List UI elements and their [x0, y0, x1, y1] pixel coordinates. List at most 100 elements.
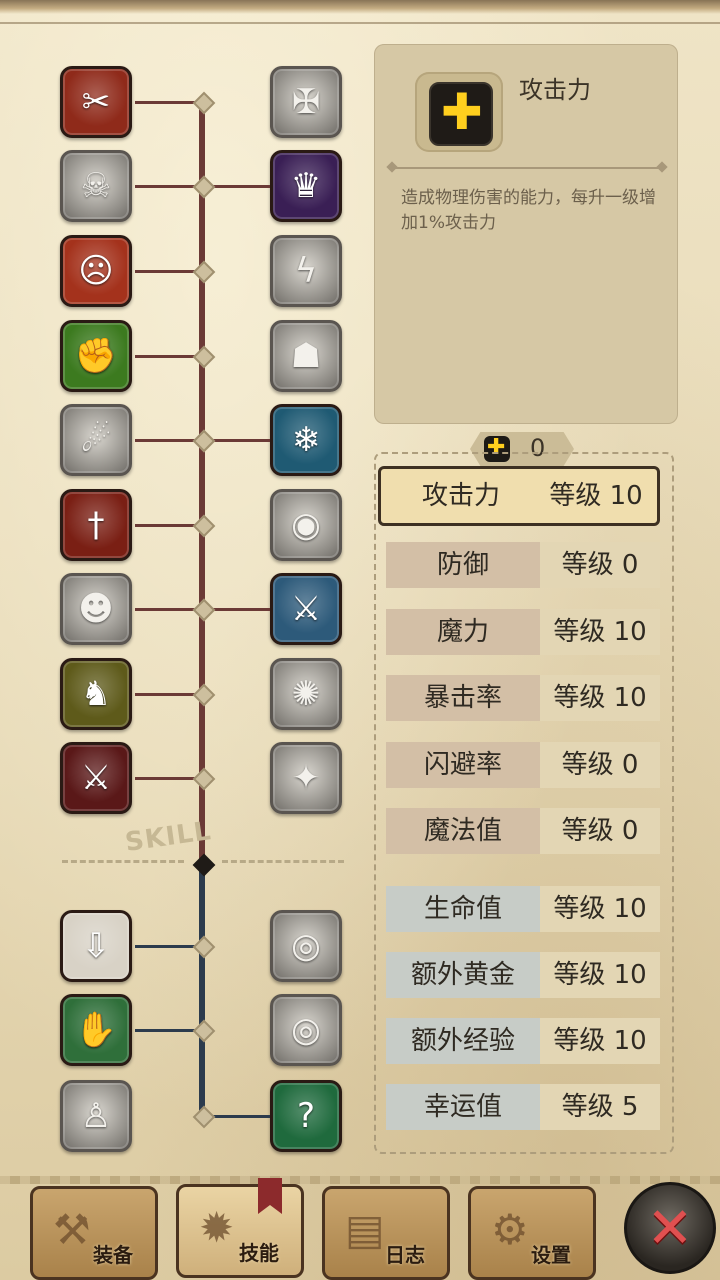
- stat-name: 闪避率: [386, 742, 540, 788]
- dash-figure-icon-glyph: ☻: [78, 589, 114, 629]
- potion-chest-red-icon-glyph: ⇩: [81, 926, 111, 966]
- stat-level: 等级 10: [540, 886, 660, 932]
- stat-name: 魔力: [386, 609, 540, 655]
- stat-row[interactable]: 魔法值 等级 0: [386, 806, 660, 856]
- tab-2[interactable]: ▤ 日志: [322, 1186, 450, 1280]
- stat-level: 等级 10: [540, 609, 660, 655]
- stat-row[interactable]: 闪避率 等级 0: [386, 740, 660, 790]
- skill-description: 造成物理伤害的能力，每升一级增加1%攻击力: [401, 188, 656, 233]
- dagger-icon-glyph: †: [87, 505, 105, 545]
- stat-level: 等级 0: [540, 742, 660, 788]
- stat-row[interactable]: 魔力 等级 10: [386, 607, 660, 657]
- stat-level: 等级 0: [540, 808, 660, 854]
- eye-burst-icon[interactable]: ◉: [270, 489, 342, 561]
- stat-name: 额外黄金: [386, 952, 540, 998]
- tab-label: 设置: [531, 1243, 571, 1267]
- cross-blade-icon-glyph: ⚔: [80, 758, 112, 798]
- sparkle-figure-icon-glyph: ✦: [291, 758, 321, 798]
- mystery-figure-icon-glyph: ?: [296, 1096, 316, 1136]
- eye-chest-icon-glyph: ◎: [291, 926, 321, 966]
- stat-row[interactable]: 幸运值 等级 5: [386, 1082, 660, 1132]
- whirl-slash-icon-glyph: ☄: [80, 420, 112, 460]
- soul-figure-icon[interactable]: ♙: [60, 1080, 132, 1152]
- stat-row[interactable]: 额外黄金 等级 10: [386, 950, 660, 1000]
- stat-level: 等级 5: [540, 1084, 660, 1130]
- claw-slash-icon-glyph: ✂: [81, 82, 111, 122]
- stat-name: 幸运值: [386, 1084, 540, 1130]
- golden-golem-icon-glyph: ♞: [80, 674, 112, 714]
- claw-slash-icon[interactable]: ✂: [60, 66, 132, 138]
- sparkle-figure-icon[interactable]: ✦: [270, 742, 342, 814]
- figure-fall-icon-glyph: ☠: [80, 166, 112, 206]
- gear-icon: ⚙: [491, 1205, 529, 1254]
- shadow-reaper-icon-glyph: ♛: [290, 166, 322, 206]
- stat-name: 额外经验: [386, 1018, 540, 1064]
- tree-trunk-lower: [199, 865, 205, 1120]
- top-edge: [0, 0, 720, 14]
- stat-row[interactable]: 攻击力 等级 10: [378, 466, 660, 526]
- tab-1[interactable]: ✹ 技能: [176, 1184, 304, 1278]
- mystery-figure-icon[interactable]: ?: [270, 1080, 342, 1152]
- potion-chest-green-icon-glyph: ✋: [74, 1010, 118, 1050]
- eye-chest-icon[interactable]: ◎: [270, 910, 342, 982]
- stat-row[interactable]: 防御 等级 0: [386, 540, 660, 590]
- rage-demon-icon-glyph: ☹: [78, 251, 114, 291]
- muscle-arm-icon-glyph: ✊: [74, 336, 118, 376]
- potion-chest-green-icon[interactable]: ✋: [60, 994, 132, 1066]
- top-line: [0, 22, 720, 24]
- potion-chest-red-icon[interactable]: ⇩: [60, 910, 132, 982]
- dagger-icon[interactable]: †: [60, 489, 132, 561]
- selected-skill-icon-frame: ✚: [415, 72, 503, 152]
- tab-label: 技能: [239, 1241, 279, 1265]
- stat-name: 生命值: [386, 886, 540, 932]
- close-icon: ✕: [646, 1195, 694, 1261]
- eye-burst-icon-glyph: ◉: [291, 505, 321, 545]
- stat-name: 暴击率: [386, 675, 540, 721]
- charge-figure-icon-glyph: ☗: [290, 336, 322, 376]
- eye-chest-2-icon-glyph: ◎: [291, 1010, 321, 1050]
- section-divider-right: [222, 860, 344, 863]
- stat-level: 等级 10: [538, 471, 654, 521]
- dust-cloud-icon-glyph: ✺: [291, 674, 321, 714]
- close-button[interactable]: ✕: [624, 1182, 716, 1274]
- stat-row[interactable]: 暴击率 等级 10: [386, 673, 660, 723]
- whirl-slash-icon[interactable]: ☄: [60, 404, 132, 476]
- dash-figure-icon[interactable]: ☻: [60, 573, 132, 645]
- skill-emblem-icon: ✹: [199, 1203, 235, 1252]
- info-separator: [392, 167, 662, 169]
- rage-demon-icon[interactable]: ☹: [60, 235, 132, 307]
- plus-icon: ✚: [429, 82, 493, 146]
- rope-border: [0, 1176, 720, 1184]
- soul-figure-icon-glyph: ♙: [80, 1096, 112, 1136]
- shield-cross-icon[interactable]: ✠: [270, 66, 342, 138]
- figure-fall-icon[interactable]: ☠: [60, 150, 132, 222]
- tab-label: 装备: [93, 1243, 133, 1267]
- stat-row[interactable]: 额外经验 等级 10: [386, 1016, 660, 1066]
- stat-name: 魔法值: [386, 808, 540, 854]
- ice-spirit-icon-glyph: ❄: [291, 420, 321, 460]
- ice-spirit-icon[interactable]: ❄: [270, 404, 342, 476]
- stat-level: 等级 10: [540, 675, 660, 721]
- tab-0[interactable]: ⚒ 装备: [30, 1186, 158, 1280]
- tree-trunk-upper: [199, 100, 205, 865]
- scroll-icon: ▤: [345, 1205, 385, 1254]
- axe-icon: ⚒: [53, 1205, 91, 1254]
- sword-whirl-icon[interactable]: ⚔: [270, 573, 342, 645]
- golden-golem-icon[interactable]: ♞: [60, 658, 132, 730]
- lightning-icon[interactable]: ϟ: [270, 235, 342, 307]
- sword-whirl-icon-glyph: ⚔: [290, 589, 322, 629]
- tab-3[interactable]: ⚙ 设置: [468, 1186, 596, 1280]
- shield-cross-icon-glyph: ✠: [291, 82, 321, 122]
- shadow-reaper-icon[interactable]: ♛: [270, 150, 342, 222]
- section-divider-left: [62, 860, 184, 863]
- muscle-arm-icon[interactable]: ✊: [60, 320, 132, 392]
- cross-blade-icon[interactable]: ⚔: [60, 742, 132, 814]
- stat-level: 等级 10: [540, 1018, 660, 1064]
- tab-label: 日志: [385, 1243, 425, 1267]
- stat-name: 防御: [386, 542, 540, 588]
- lightning-icon-glyph: ϟ: [294, 251, 318, 291]
- stat-row[interactable]: 生命值 等级 10: [386, 884, 660, 934]
- eye-chest-2-icon[interactable]: ◎: [270, 994, 342, 1066]
- charge-figure-icon[interactable]: ☗: [270, 320, 342, 392]
- dust-cloud-icon[interactable]: ✺: [270, 658, 342, 730]
